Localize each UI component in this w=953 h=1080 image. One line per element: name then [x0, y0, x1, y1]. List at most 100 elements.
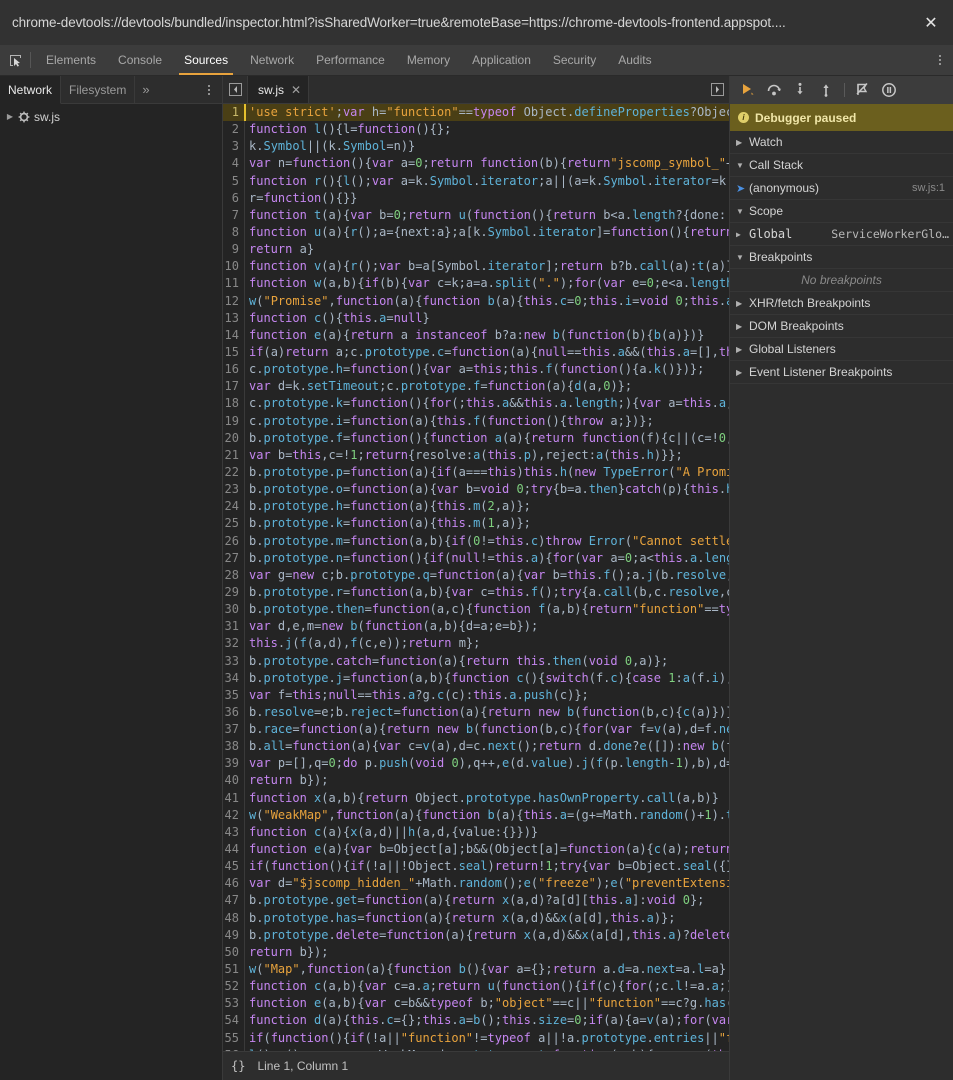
debugger-section-scope[interactable]: ▼ Scope: [730, 200, 953, 223]
line-number[interactable]: 5: [223, 173, 244, 190]
code-line[interactable]: 33 b.prototype.catch=function(a){return t…: [223, 652, 729, 670]
navigator-tab-network[interactable]: Network: [0, 76, 62, 104]
code-line-text[interactable]: function w(a,b){if(b){var c=k;a=a.split(…: [244, 275, 729, 293]
line-number[interactable]: 33: [223, 653, 244, 670]
line-number[interactable]: 47: [223, 892, 244, 909]
code-line-paused[interactable]: 1'use strict';var h="function"==typeof O…: [223, 104, 729, 122]
code-line-text[interactable]: b.resolve=e;b.reject=function(a){return …: [244, 703, 729, 722]
debugger-section-call-stack[interactable]: ▼ Call Stack: [730, 154, 953, 177]
code-line-text[interactable]: var d=k.setTimeout;c.prototype.f=functio…: [244, 378, 729, 396]
code-line[interactable]: 14 function e(a){return a instanceof b?a:…: [223, 326, 729, 344]
code-editor[interactable]: 1'use strict';var h="function"==typeof O…: [223, 104, 729, 1051]
line-number[interactable]: 32: [223, 635, 244, 652]
line-number[interactable]: 18: [223, 395, 244, 412]
code-line[interactable]: 47 b.prototype.get=function(a){return x(a…: [223, 892, 729, 910]
code-line-text[interactable]: b.all=function(a){var c=v(a),d=c.next();…: [244, 738, 729, 756]
line-number[interactable]: 28: [223, 567, 244, 584]
debugger-section-xhr-fetch-breakpoints[interactable]: ▶ XHR/fetch Breakpoints: [730, 292, 953, 315]
inspect-element-icon[interactable]: [0, 45, 30, 75]
code-line-text[interactable]: function c(a){x(a,d)||h(a,d,{value:{}})}: [244, 823, 729, 842]
code-line[interactable]: 50 return b});: [223, 943, 729, 962]
pause-on-exceptions-icon[interactable]: [877, 78, 901, 102]
code-line-text[interactable]: b.race=function(a){return new b(function…: [244, 721, 729, 739]
navigator-more-tabs-icon[interactable]: »: [135, 76, 156, 103]
code-line-text[interactable]: var b=this,c=!1;return{resolve:a(this.p)…: [244, 446, 729, 464]
code-line[interactable]: 21 var b=this,c=!1;return{resolve:a(this.…: [223, 446, 729, 464]
step-into-icon[interactable]: [788, 78, 812, 102]
code-line-text[interactable]: var p=[],q=0;do p.push(void 0),q++,e(d.v…: [244, 755, 729, 773]
line-number[interactable]: 26: [223, 533, 244, 550]
code-line[interactable]: 20 b.prototype.f=function(){function a(a)…: [223, 429, 729, 447]
line-number[interactable]: 3: [223, 138, 244, 155]
code-line[interactable]: 55 if(function(){if(!a||"function"!=typeo…: [223, 1029, 729, 1047]
code-line-text[interactable]: if(function(){if(!a||!Object.seal)return…: [244, 858, 729, 876]
code-line[interactable]: 8 function u(a){r();a={next:a};a[k.Symbol…: [223, 223, 729, 242]
line-number[interactable]: 56: [223, 1047, 244, 1051]
code-line[interactable]: 54 function d(a){this.c={};this.a=b();thi…: [223, 1012, 729, 1030]
line-number[interactable]: 16: [223, 361, 244, 378]
navigator-menu-kebab-icon[interactable]: [196, 76, 222, 103]
code-line-text[interactable]: var f=this;null==this.a?g.c(c):this.a.pu…: [244, 686, 729, 704]
code-line-text[interactable]: var n=function(){var a=0;return function…: [244, 155, 729, 173]
step-out-icon[interactable]: [814, 78, 838, 102]
line-number[interactable]: 13: [223, 310, 244, 327]
line-number[interactable]: 29: [223, 584, 244, 601]
code-line[interactable]: 13 function c(){this.a=null}: [223, 309, 729, 327]
resume-icon[interactable]: [736, 78, 760, 102]
line-number[interactable]: 49: [223, 927, 244, 944]
code-line-text[interactable]: c.prototype.i=function(a){this.f(functio…: [244, 412, 729, 430]
code-line[interactable]: 45 if(function(){if(!a||!Object.seal)retu…: [223, 858, 729, 876]
code-line[interactable]: 18 c.prototype.k=function(){for(;this.a&&…: [223, 395, 729, 413]
code-line-text[interactable]: b.prototype.o=function(a){var b=void 0;t…: [244, 481, 729, 499]
code-line-text[interactable]: function u(a){r();a={next:a};a[k.Symbol.…: [244, 223, 729, 242]
tab-security[interactable]: Security: [542, 45, 607, 75]
navigator-tab-filesystem[interactable]: Filesystem: [61, 76, 136, 103]
tab-memory[interactable]: Memory: [396, 45, 461, 75]
chevron-right-icon[interactable]: ▶: [736, 322, 749, 331]
debugger-section-watch[interactable]: ▶ Watch: [730, 131, 953, 154]
code-line-text[interactable]: function c(){this.a=null}: [244, 309, 729, 327]
debugger-section-global-listeners[interactable]: ▶ Global Listeners: [730, 338, 953, 361]
line-number[interactable]: 21: [223, 447, 244, 464]
code-line[interactable]: 37 b.race=function(a){return new b(functi…: [223, 721, 729, 739]
tab-application[interactable]: Application: [461, 45, 542, 75]
code-line[interactable]: 31 var d,e,m=new b(function(a,b){d=a;e=b}…: [223, 618, 729, 636]
line-number[interactable]: 48: [223, 910, 244, 927]
line-number[interactable]: 53: [223, 995, 244, 1012]
line-number[interactable]: 36: [223, 704, 244, 721]
code-line-text[interactable]: var d,e,m=new b(function(a,b){d=a;e=b});: [244, 618, 729, 636]
line-number[interactable]: 2: [223, 121, 244, 138]
tab-network[interactable]: Network: [239, 45, 305, 75]
step-over-icon[interactable]: [762, 78, 786, 102]
code-line[interactable]: 28 var g=new c;b.prototype.q=function(a){…: [223, 566, 729, 584]
code-line[interactable]: 39 var p=[],q=0;do p.push(void 0),q++,e(d…: [223, 755, 729, 773]
code-line-text[interactable]: function e(a){var b=Object[a];b&&(Object…: [244, 841, 729, 859]
code-line[interactable]: 30 b.prototype.then=function(a,c){functio…: [223, 601, 729, 619]
code-line-text[interactable]: k.Symbol||(k.Symbol=n)}: [244, 138, 729, 156]
code-line-text[interactable]: function l(){l=function(){};: [244, 121, 729, 139]
line-number[interactable]: 35: [223, 687, 244, 704]
line-number[interactable]: 55: [223, 1030, 244, 1047]
line-number[interactable]: 11: [223, 275, 244, 292]
code-line[interactable]: 6 r=function(){}}: [223, 189, 729, 207]
show-navigator-icon[interactable]: [223, 76, 247, 103]
code-line-text[interactable]: b.prototype.n=function(){if(null!=this.a…: [244, 549, 729, 567]
line-number[interactable]: 52: [223, 978, 244, 995]
code-line[interactable]: 36 b.resolve=e;b.reject=function(a){retur…: [223, 703, 729, 722]
line-number[interactable]: 38: [223, 738, 244, 755]
debugger-section-breakpoints[interactable]: ▼ Breakpoints: [730, 246, 953, 269]
line-number[interactable]: 45: [223, 858, 244, 875]
code-line[interactable]: 48 b.prototype.has=function(a){return x(a…: [223, 909, 729, 927]
line-number[interactable]: 37: [223, 721, 244, 738]
code-line-text[interactable]: if(a)return a;c.prototype.c=function(a){…: [244, 343, 729, 362]
chevron-down-icon[interactable]: ▼: [736, 253, 749, 262]
line-number[interactable]: 46: [223, 875, 244, 892]
line-number[interactable]: 19: [223, 413, 244, 430]
code-line[interactable]: 34 b.prototype.j=function(a,b){function c…: [223, 669, 729, 687]
tab-console[interactable]: Console: [107, 45, 173, 75]
code-line-text[interactable]: if(function(){if(!a||"function"!=typeof …: [244, 1029, 729, 1047]
code-line[interactable]: 9 return a}: [223, 241, 729, 259]
code-line[interactable]: 16 c.prototype.h=function(){var a=this;th…: [223, 361, 729, 379]
line-number[interactable]: 25: [223, 515, 244, 532]
code-line-text[interactable]: var d="$jscomp_hidden_"+Math.random();e(…: [244, 875, 729, 893]
